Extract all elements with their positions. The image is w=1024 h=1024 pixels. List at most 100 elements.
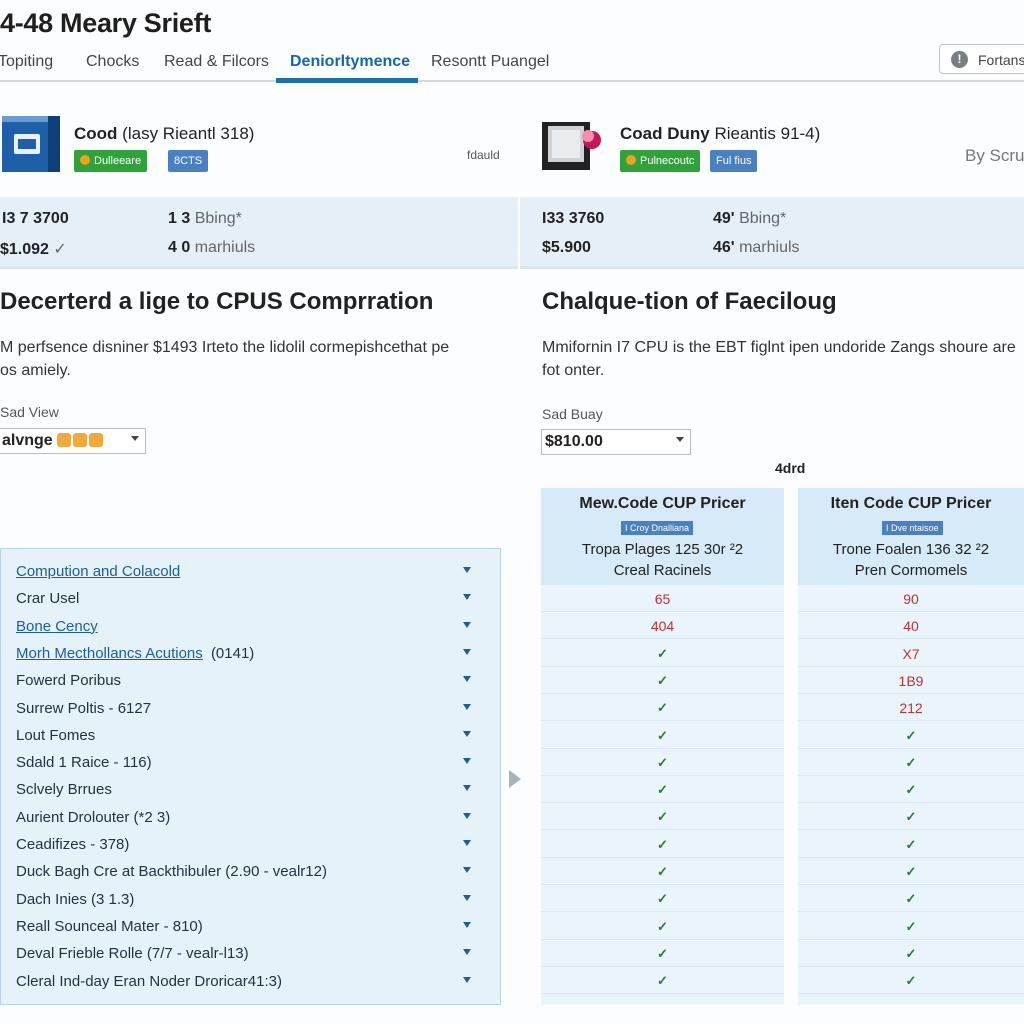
scroll-hint[interactable]: By Scru: [965, 146, 1024, 166]
chevron-down-icon[interactable]: [463, 676, 471, 683]
row-divider: [541, 692, 784, 694]
compare-column-header-1: Mew.Code CUP Pricer I Croy Dnalliana Tro…: [541, 488, 784, 585]
compare-value: 1B9: [898, 672, 924, 689]
spec-cores-2: 49' Bbing*: [713, 210, 787, 227]
chevron-down-icon[interactable]: [463, 812, 471, 819]
chevron-down-icon: [676, 437, 684, 442]
view-select-value: alvnge: [2, 432, 105, 452]
check-icon: ✓: [905, 727, 917, 743]
chevron-down-icon[interactable]: [463, 703, 471, 710]
feature-row[interactable]: Deval Frieble Rolle (7/7 - vealr-l13): [16, 941, 486, 968]
chevron-down-icon[interactable]: [463, 949, 471, 956]
tab-chocks[interactable]: Chocks: [86, 53, 139, 71]
spec-band-1: I3 7 3700 1 3 Bbing* $1.092 ✓ 4 0 marhiu…: [0, 197, 518, 269]
section-title-2: Chalque-tion of Faeciloug: [542, 288, 837, 315]
feature-label: Duck Bagh Cre at Backthibuler (2.90 - ve…: [16, 863, 327, 881]
chevron-down-icon[interactable]: [463, 648, 471, 655]
field-label-2: Sad Buay: [542, 406, 603, 422]
row-divider: [541, 638, 784, 640]
chevron-down-icon[interactable]: [463, 567, 471, 573]
check-icon: ✓: [657, 782, 668, 798]
check-icon: ✓: [905, 973, 917, 989]
feature-row[interactable]: Sdald 1 Raice - 116): [16, 750, 486, 777]
feature-row[interactable]: Ceadifizes - 378): [16, 832, 486, 859]
check-icon: ✓: [905, 782, 917, 798]
compare-line1-1: Tropa Plages 125 30r ²2: [581, 541, 744, 558]
feature-label[interactable]: Compution and Colacold: [16, 563, 180, 580]
expand-arrow-icon[interactable]: [509, 770, 521, 788]
product-name-1: Cood (lasy Rieantl 318): [74, 124, 255, 143]
fortans-button-label: Fortans: [978, 52, 1024, 68]
section-title-1: Decerterd a lige to CPUS Comprration: [0, 288, 434, 315]
check-icon: ✓: [53, 241, 67, 258]
tab-deniorltymence[interactable]: Deniorltymence: [290, 53, 410, 71]
chevron-down-icon[interactable]: [463, 976, 471, 983]
fortans-button[interactable]: ! Fortans: [939, 44, 1024, 74]
chevron-down-icon[interactable]: [463, 867, 471, 874]
feature-row[interactable]: Fowerd Poribus: [16, 668, 486, 695]
buy-select[interactable]: $810.00: [541, 429, 691, 455]
check-icon: ✓: [657, 700, 668, 716]
row-divider: [541, 774, 784, 776]
compare-title-2: Iten Code CUP Pricer: [830, 495, 992, 512]
feature-row[interactable]: Reall Sounceal Mater - 810): [16, 914, 486, 941]
feature-row[interactable]: Sclvely Brrues: [16, 777, 486, 804]
tab-read-filcors[interactable]: Read & Filcors: [164, 53, 269, 71]
feature-row[interactable]: Morh Mecthollancs Acutions (0141): [16, 641, 486, 668]
check-icon: ✓: [657, 672, 668, 688]
feature-row[interactable]: Cleral Ind-day Eran Noder Droricar41:3): [16, 969, 486, 996]
feature-row[interactable]: Duck Bagh Cre at Backthibuler (2.90 - ve…: [16, 859, 486, 886]
feature-label: Lout Fomes: [16, 726, 96, 744]
check-icon: ✓: [905, 891, 917, 907]
compare-value: 90: [903, 591, 919, 607]
feature-list: Compution and Colacold Crar Usel Bone Cenc…: [0, 548, 501, 1005]
view-select[interactable]: alvnge: [0, 428, 146, 454]
compare-column-2: Iten Code CUP Pricer I Dve ntaisoe Trone…: [798, 488, 1024, 1005]
compare-tag-1: I Croy Dnalliana: [621, 521, 694, 535]
chevron-down-icon[interactable]: [463, 730, 471, 737]
feature-label[interactable]: Morh Mecthollancs Acutions: [16, 645, 203, 662]
feature-label: Ceadifizes - 378): [16, 836, 130, 853]
feature-row[interactable]: Crar Usel: [16, 586, 486, 613]
chevron-down-icon[interactable]: [463, 758, 471, 765]
info-icon: !: [951, 51, 968, 68]
feature-row[interactable]: Lout Fomes: [16, 723, 486, 750]
feature-row[interactable]: Aurient Drolouter (*2 3): [16, 805, 486, 832]
chevron-down-icon[interactable]: [463, 921, 471, 928]
row-divider: [541, 993, 784, 995]
row-divider: [541, 665, 784, 667]
feature-row[interactable]: Surrew Poltis - 6127: [16, 696, 486, 723]
spec-threads-2: 46' marhiuls: [713, 239, 800, 256]
feature-row[interactable]: Dach Inies (3 1.3): [16, 887, 486, 914]
row-divider: [798, 774, 1024, 776]
chevron-down-icon[interactable]: [463, 621, 471, 628]
aside-label: 4drd: [775, 460, 806, 476]
row-divider: [798, 856, 1024, 858]
tab-resontt-puangel[interactable]: Resontt Puangel: [431, 53, 549, 71]
active-tab-indicator: [276, 78, 418, 83]
check-icon: ✓: [905, 864, 917, 879]
chevron-down-icon[interactable]: [463, 840, 471, 846]
chevron-down-icon[interactable]: [463, 785, 471, 792]
check-icon: ✓: [657, 754, 668, 770]
feature-label: Dach Inies (3 1.3): [16, 890, 135, 908]
row-divider: [541, 856, 784, 858]
row-divider: [798, 829, 1024, 831]
product-name-2: Coad Duny Rieantis 91-4): [620, 124, 821, 143]
compare-value: 404: [650, 618, 675, 635]
row-divider: [798, 692, 1024, 694]
row-divider: [541, 829, 784, 831]
feature-row[interactable]: Bone Cency: [16, 614, 486, 641]
chevron-down-icon[interactable]: [463, 594, 471, 601]
feature-row[interactable]: Compution and Colacold: [16, 559, 486, 586]
product-note-1: fdauld: [467, 148, 500, 162]
spec-model-1: I3 7 3700: [2, 210, 69, 227]
compare-line2-1: Creal Racinels: [613, 562, 712, 579]
chevron-down-icon[interactable]: [463, 894, 471, 901]
compare-line2-2: Pren Cormomels: [854, 562, 968, 579]
row-divider: [798, 611, 1024, 612]
tab-topiting[interactable]: Topiting: [0, 53, 53, 71]
check-icon: ✓: [905, 836, 917, 852]
feature-label[interactable]: Bone Cency: [16, 618, 98, 635]
compare-value: X7: [902, 645, 920, 662]
